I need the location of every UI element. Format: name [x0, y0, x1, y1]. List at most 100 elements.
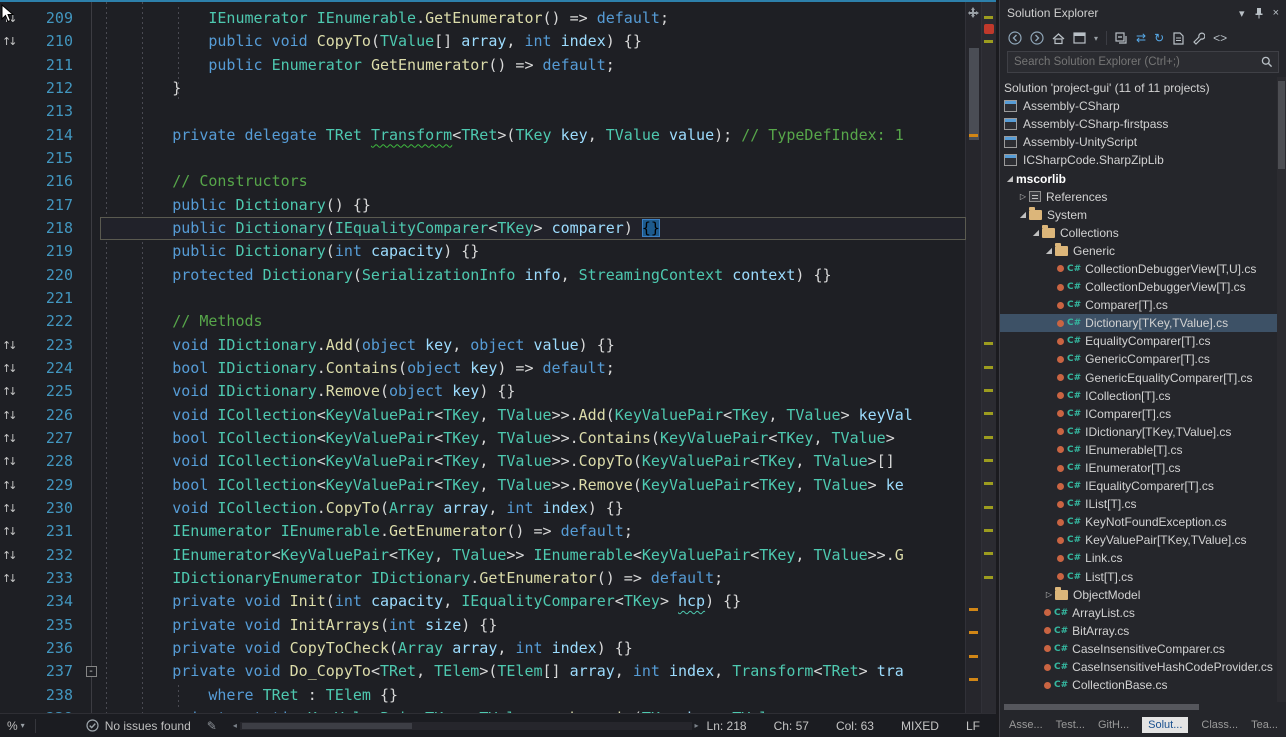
code-line[interactable]: 218 public Dictionary(IEqualityComparer<…: [0, 217, 966, 240]
tree-item[interactable]: C#Dictionary[TKey,TValue].cs: [1000, 314, 1277, 332]
code-line[interactable]: ↑↓225 void IDictionary.Remove(object key…: [0, 380, 966, 403]
code-line[interactable]: 219 public Dictionary(int capacity) {}: [0, 240, 966, 263]
zoom-control[interactable]: % ▾: [7, 719, 25, 733]
code-line[interactable]: ↑↓210 public void CopyTo(TValue[] array,…: [0, 30, 966, 53]
code-line[interactable]: 236 private void CopyToCheck(Array array…: [0, 637, 966, 660]
scrollbar-options-icon[interactable]: [968, 5, 979, 16]
code-line[interactable]: 217 public Dictionary() {}: [0, 194, 966, 217]
tree-item[interactable]: C#IEnumerable[T].cs: [1000, 441, 1277, 459]
properties-icon[interactable]: [1192, 32, 1205, 45]
home-icon[interactable]: [1052, 32, 1065, 45]
tree-vertical-scrollbar[interactable]: [1277, 77, 1286, 702]
code-line[interactable]: 215: [0, 147, 966, 170]
tool-window-tab[interactable]: Solut...: [1142, 717, 1188, 733]
tree-item[interactable]: C#EqualityComparer[T].cs: [1000, 332, 1277, 350]
search-icon[interactable]: [1261, 56, 1273, 68]
editor-vertical-scrollbar[interactable]: [965, 2, 982, 713]
tree-item[interactable]: C#GenericEqualityComparer[T].cs: [1000, 369, 1277, 387]
collapsed-arrow-icon[interactable]: ▷: [1043, 590, 1055, 599]
tool-window-tab[interactable]: GitH...: [1098, 719, 1129, 731]
expanded-arrow-icon[interactable]: ◢: [1043, 246, 1055, 255]
code-line[interactable]: 220 protected Dictionary(SerializationIn…: [0, 264, 966, 287]
code-line[interactable]: 222 // Methods: [0, 310, 966, 333]
override-indicator-icon[interactable]: ↑↓: [2, 450, 16, 473]
show-all-files-icon[interactable]: [1172, 32, 1184, 45]
tree-item[interactable]: C#IEqualityComparer[T].cs: [1000, 477, 1277, 495]
tree-item[interactable]: ▷References: [1000, 188, 1277, 206]
code-line[interactable]: ↑↓226 void ICollection<KeyValuePair<TKey…: [0, 404, 966, 427]
tool-window-tab[interactable]: Test...: [1056, 719, 1085, 731]
code-line[interactable]: ↑↓223 void IDictionary.Add(object key, o…: [0, 334, 966, 357]
tree-item[interactable]: C#CollectionDebuggerView[T,U].cs: [1000, 260, 1277, 278]
switch-views-icon[interactable]: [1073, 32, 1086, 44]
tree-item[interactable]: C#ICollection[T].cs: [1000, 387, 1277, 405]
back-icon[interactable]: [1008, 31, 1022, 45]
expanded-arrow-icon[interactable]: ◢: [1030, 228, 1042, 237]
override-indicator-icon[interactable]: ↑↓: [2, 497, 16, 520]
override-indicator-icon[interactable]: ↑↓: [2, 357, 16, 380]
code-line[interactable]: ↑↓231 IEnumerator IEnumerable.GetEnumera…: [0, 520, 966, 543]
code-line[interactable]: 213: [0, 100, 966, 123]
search-box[interactable]: [1007, 51, 1279, 73]
override-indicator-icon[interactable]: ↑↓: [2, 334, 16, 357]
code-editor[interactable]: ↑↓209 IEnumerator IEnumerable.GetEnumera…: [0, 2, 996, 713]
document-health-indicator[interactable]: No issues found: [86, 719, 191, 733]
tree-item[interactable]: C#Link.cs: [1000, 549, 1277, 567]
close-icon[interactable]: ×: [1273, 7, 1279, 19]
code-line[interactable]: 212 }: [0, 77, 966, 100]
code-line[interactable]: 211 public Enumerator GetEnumerator() =>…: [0, 54, 966, 77]
tool-window-tab[interactable]: Asse...: [1009, 719, 1043, 731]
sync-with-active-document-icon[interactable]: ⇄: [1136, 32, 1146, 44]
expanded-arrow-icon[interactable]: ◢: [1017, 210, 1029, 219]
override-indicator-icon[interactable]: ↑↓: [2, 520, 16, 543]
tree-item[interactable]: C#IList[T].cs: [1000, 495, 1277, 513]
window-position-icon[interactable]: ▾: [1239, 7, 1245, 20]
code-line[interactable]: ↑↓232 IEnumerator<KeyValuePair<TKey, TVa…: [0, 544, 966, 567]
annotation-margin[interactable]: [981, 2, 996, 713]
tree-item[interactable]: C#CaseInsensitiveHashCodeProvider.cs: [1000, 658, 1277, 676]
scroll-left-icon[interactable]: ◂: [233, 721, 237, 730]
refresh-icon[interactable]: ↻: [1154, 32, 1164, 44]
override-indicator-icon[interactable]: ↑↓: [2, 30, 16, 53]
tree-item[interactable]: ◢mscorlib: [1000, 169, 1277, 187]
scroll-right-icon[interactable]: ▸: [695, 721, 699, 730]
code-line[interactable]: ↑↓228 void ICollection<KeyValuePair<TKey…: [0, 450, 966, 473]
tree-item[interactable]: C#GenericComparer[T].cs: [1000, 350, 1277, 368]
scrollbar-thumb[interactable]: [969, 48, 979, 140]
code-line[interactable]: 216 // Constructors: [0, 170, 966, 193]
tree-item[interactable]: ICSharpCode.SharpZipLib: [1000, 151, 1277, 169]
scrollbar-thumb[interactable]: [1278, 81, 1285, 169]
override-indicator-icon[interactable]: ↑↓: [2, 427, 16, 450]
tree-item[interactable]: C#KeyNotFoundException.cs: [1000, 513, 1277, 531]
override-indicator-icon[interactable]: ↑↓: [2, 474, 16, 497]
code-line[interactable]: 238 where TRet : TElem {}: [0, 684, 966, 707]
tree-item[interactable]: C#CollectionDebuggerView[T].cs: [1000, 278, 1277, 296]
tree-item[interactable]: Assembly-CSharp-firstpass: [1000, 115, 1277, 133]
code-line[interactable]: ↑↓230 void ICollection.CopyTo(Array arra…: [0, 497, 966, 520]
tool-window-tab[interactable]: Class...: [1201, 719, 1238, 731]
code-line[interactable]: 235 private void InitArrays(int size) {}: [0, 614, 966, 637]
solution-tree[interactable]: Solution 'project-gui' (11 of 11 project…: [1000, 77, 1286, 702]
override-indicator-icon[interactable]: ↑↓: [2, 380, 16, 403]
edit-mode-icon[interactable]: ✎: [207, 719, 217, 733]
tool-window-tab[interactable]: Tea...: [1251, 719, 1278, 731]
search-input[interactable]: [1008, 56, 1261, 68]
code-line[interactable]: ↑↓227 bool ICollection<KeyValuePair<TKey…: [0, 427, 966, 450]
panel-title-bar[interactable]: Solution Explorer ▾ ×: [1000, 0, 1286, 26]
tree-horizontal-scrollbar[interactable]: [1000, 702, 1286, 712]
collapsed-arrow-icon[interactable]: ▷: [1017, 192, 1029, 201]
code-line[interactable]: ↑↓224 bool IDictionary.Contains(object k…: [0, 357, 966, 380]
tree-item[interactable]: C#KeyValuePair[TKey,TValue].cs: [1000, 531, 1277, 549]
fold-collapse-icon[interactable]: -: [86, 666, 97, 677]
expanded-arrow-icon[interactable]: ◢: [1004, 174, 1016, 183]
tree-item[interactable]: C#CollectionBase.cs: [1000, 676, 1277, 694]
code-line[interactable]: 214 private delegate TRet Transform<TRet…: [0, 124, 966, 147]
tree-item[interactable]: C#IDictionary[TKey,TValue].cs: [1000, 423, 1277, 441]
hscroll-track[interactable]: [240, 722, 692, 730]
scrollbar-thumb[interactable]: [1004, 704, 1199, 710]
tree-item[interactable]: C#IEnumerator[T].cs: [1000, 459, 1277, 477]
tree-item[interactable]: C#IComparer[T].cs: [1000, 405, 1277, 423]
tree-item[interactable]: C#CaseInsensitiveComparer.cs: [1000, 640, 1277, 658]
tree-item[interactable]: ◢System: [1000, 206, 1277, 224]
pin-icon[interactable]: [1254, 7, 1264, 19]
